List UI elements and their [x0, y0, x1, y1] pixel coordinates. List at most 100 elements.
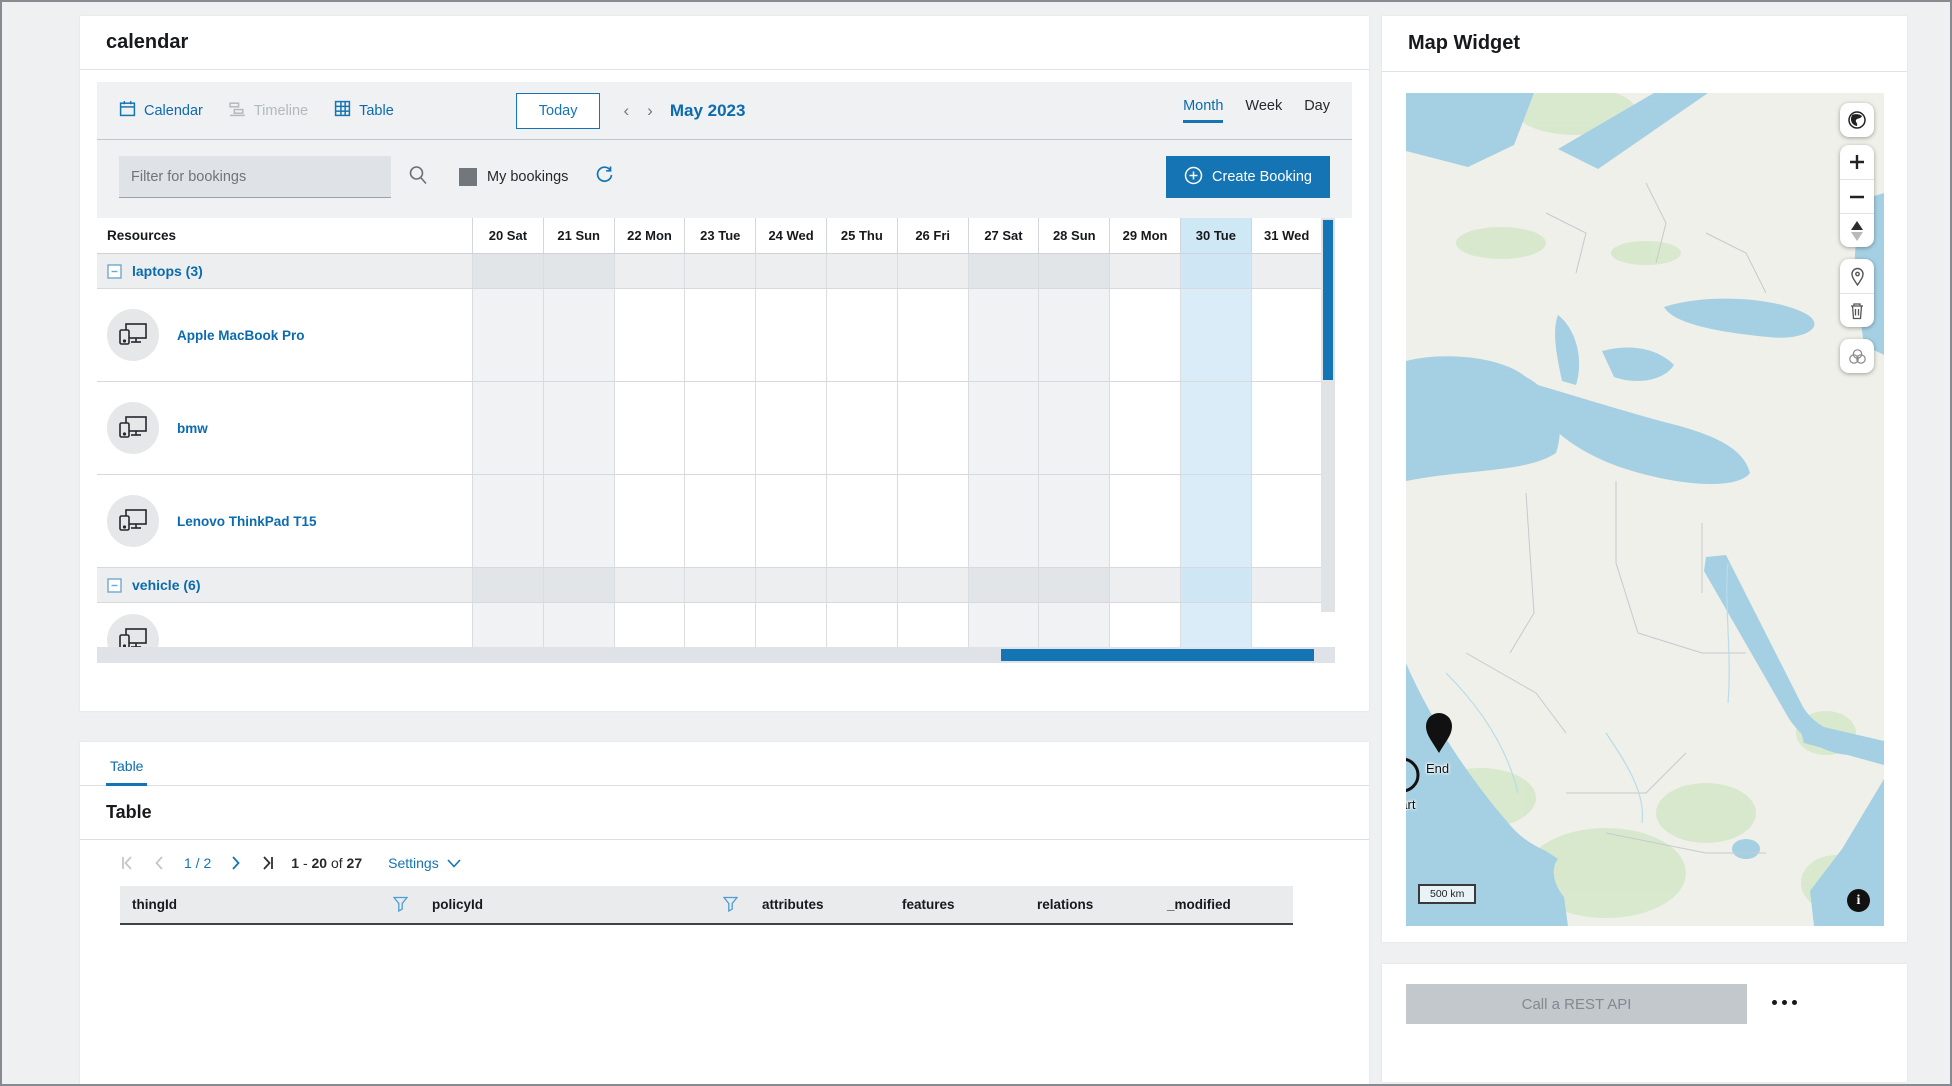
last-page-icon[interactable]	[259, 855, 275, 871]
tab-calendar[interactable]: Calendar	[119, 100, 203, 121]
compass-button[interactable]	[1840, 213, 1874, 247]
horizontal-scrollbar[interactable]	[97, 647, 1335, 663]
calendar-cell[interactable]	[826, 382, 897, 474]
calendar-cell[interactable]	[755, 603, 826, 647]
attribution-info-button[interactable]: i	[1847, 889, 1870, 912]
collapse-icon[interactable]	[107, 578, 122, 593]
calendar-cell[interactable]	[472, 254, 543, 288]
calendar-cell[interactable]	[897, 254, 968, 288]
calendar-cell[interactable]	[755, 475, 826, 567]
refresh-icon[interactable]	[594, 164, 615, 190]
calendar-cell[interactable]	[1038, 475, 1109, 567]
calendar-cell[interactable]	[543, 289, 614, 381]
vertical-scrollbar[interactable]	[1321, 218, 1335, 612]
calendar-cell[interactable]	[543, 254, 614, 288]
booking-filter-input[interactable]	[119, 156, 391, 198]
calendar-cell[interactable]	[968, 568, 1039, 602]
calendar-cell[interactable]	[968, 382, 1039, 474]
tab-table-widget[interactable]: Table	[106, 758, 147, 786]
tab-table[interactable]: Table	[334, 100, 394, 121]
calendar-cell[interactable]	[472, 568, 543, 602]
view-week[interactable]: Week	[1245, 98, 1282, 123]
calendar-cell[interactable]	[684, 568, 755, 602]
calendar-cell[interactable]	[684, 603, 755, 647]
calendar-cell[interactable]	[826, 254, 897, 288]
calendar-cell[interactable]	[1180, 568, 1251, 602]
calendar-cell[interactable]	[1109, 254, 1180, 288]
view-day[interactable]: Day	[1304, 98, 1330, 123]
first-page-icon[interactable]	[120, 855, 136, 871]
resource-link[interactable]: Lenovo ThinkPad T15	[177, 514, 317, 529]
calendar-cell[interactable]	[614, 475, 685, 567]
calendar-cell[interactable]	[755, 254, 826, 288]
calendar-cell[interactable]	[1180, 289, 1251, 381]
resource-link[interactable]: bmw	[177, 421, 208, 436]
calendar-cell[interactable]	[897, 289, 968, 381]
calendar-cell[interactable]	[543, 568, 614, 602]
calendar-cell[interactable]	[1251, 254, 1322, 288]
calendar-cell[interactable]	[1251, 382, 1322, 474]
calendar-cell[interactable]	[1180, 603, 1251, 647]
calendar-cell[interactable]	[472, 475, 543, 567]
calendar-cell[interactable]	[1109, 568, 1180, 602]
calendar-cell[interactable]	[1251, 603, 1321, 647]
calendar-cell[interactable]	[968, 603, 1039, 647]
calendar-cell[interactable]	[897, 382, 968, 474]
calendar-cell[interactable]	[968, 289, 1039, 381]
search-icon[interactable]	[407, 164, 429, 191]
view-month[interactable]: Month	[1183, 98, 1223, 123]
calendar-cell[interactable]	[1251, 289, 1322, 381]
calendar-cell[interactable]	[543, 382, 614, 474]
calendar-cell[interactable]	[472, 603, 543, 647]
calendar-cell[interactable]	[897, 603, 968, 647]
prev-page-icon[interactable]	[152, 855, 168, 871]
calendar-cell[interactable]	[1180, 382, 1251, 474]
next-page-icon[interactable]	[227, 855, 243, 871]
filter-icon[interactable]	[723, 896, 738, 915]
calendar-cell[interactable]	[1038, 382, 1109, 474]
calendar-cell[interactable]	[968, 475, 1039, 567]
calendar-cell[interactable]	[1038, 603, 1109, 647]
layers-button[interactable]	[1840, 339, 1874, 373]
calendar-cell[interactable]	[684, 289, 755, 381]
resource-link[interactable]: Apple MacBook Pro	[177, 328, 305, 343]
globe-button[interactable]	[1840, 103, 1874, 137]
today-button[interactable]: Today	[516, 93, 601, 129]
calendar-cell[interactable]	[755, 568, 826, 602]
collapse-icon[interactable]	[107, 264, 122, 279]
calendar-cell[interactable]	[1038, 254, 1109, 288]
calendar-cell[interactable]	[684, 382, 755, 474]
context-menu-button[interactable]	[1772, 1000, 1797, 1005]
calendar-cell[interactable]	[614, 382, 685, 474]
tab-timeline[interactable]: Timeline	[229, 100, 308, 121]
calendar-cell[interactable]	[614, 568, 685, 602]
horizontal-scrollbar-thumb[interactable]	[1001, 649, 1314, 661]
calendar-cell[interactable]	[1109, 603, 1180, 647]
calendar-cell[interactable]	[543, 475, 614, 567]
vertical-scrollbar-thumb[interactable]	[1323, 220, 1333, 380]
zoom-out-button[interactable]	[1840, 179, 1874, 213]
calendar-cell[interactable]	[1109, 289, 1180, 381]
calendar-cell[interactable]	[826, 603, 897, 647]
calendar-cell[interactable]	[684, 475, 755, 567]
calendar-cell[interactable]	[543, 603, 614, 647]
calendar-cell[interactable]	[755, 289, 826, 381]
calendar-cell[interactable]	[1109, 382, 1180, 474]
call-rest-api-button[interactable]: Call a REST API	[1406, 984, 1747, 1024]
my-bookings-checkbox[interactable]	[459, 168, 477, 186]
calendar-cell[interactable]	[1180, 475, 1251, 567]
next-period-icon[interactable]: ›	[638, 101, 662, 121]
calendar-cell[interactable]	[684, 254, 755, 288]
calendar-cell[interactable]	[1251, 568, 1322, 602]
delete-button[interactable]	[1840, 293, 1874, 327]
calendar-cell[interactable]	[826, 568, 897, 602]
calendar-cell[interactable]	[826, 289, 897, 381]
settings-button[interactable]: Settings	[388, 855, 461, 871]
create-booking-button[interactable]: Create Booking	[1166, 156, 1330, 198]
calendar-cell[interactable]	[897, 568, 968, 602]
calendar-cell[interactable]	[472, 382, 543, 474]
map-canvas[interactable]: End Start	[1406, 93, 1884, 926]
calendar-cell[interactable]	[897, 475, 968, 567]
zoom-in-button[interactable]	[1840, 145, 1874, 179]
calendar-cell[interactable]	[614, 289, 685, 381]
